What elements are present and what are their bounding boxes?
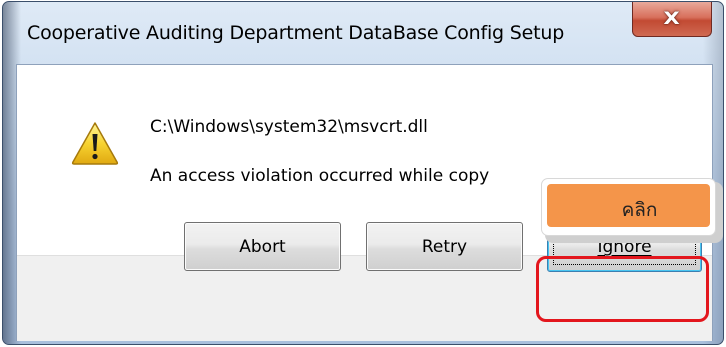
retry-button[interactable]: Retry	[366, 222, 523, 271]
callout-label: คลิก	[621, 198, 658, 221]
title-bar[interactable]: Cooperative Auditing Department DataBase…	[3, 2, 723, 64]
close-button[interactable]: X	[632, 2, 712, 37]
message-file-path: C:\Windows\system32\msvcrt.dll	[150, 117, 428, 137]
message-text: An access violation occurred while copy	[150, 166, 490, 186]
callout-label-box: คลิก	[547, 184, 710, 227]
warning-icon	[71, 122, 119, 165]
window-title: Cooperative Auditing Department DataBase…	[27, 22, 565, 44]
retry-button-label: Retry	[421, 236, 468, 257]
click-callout: คลิก	[541, 178, 716, 236]
close-icon: X	[663, 9, 681, 29]
dialog-window: Cooperative Auditing Department DataBase…	[2, 1, 724, 345]
abort-button-label: Abort	[239, 236, 286, 257]
abort-button[interactable]: Abort	[184, 222, 341, 271]
